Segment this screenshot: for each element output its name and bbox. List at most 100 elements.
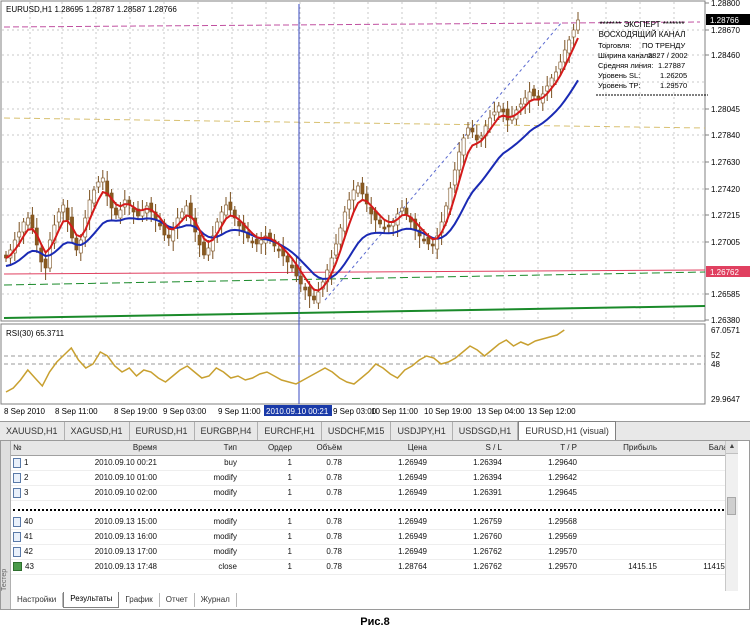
table-cell: 1 — [287, 458, 292, 467]
table-cell: close — [218, 562, 237, 571]
table-cell: 2010.09.10 00:21 — [94, 458, 157, 467]
table-cell: 1.26759 — [473, 517, 502, 526]
tab-eurchf[interactable]: EURCHF,H1 — [258, 422, 322, 440]
tab-graph[interactable]: График — [119, 593, 160, 607]
table-cell: 1.29640 — [548, 458, 577, 467]
col-time[interactable]: Время — [41, 441, 161, 455]
candle-body — [496, 105, 501, 113]
col-sl[interactable]: S / L — [431, 441, 506, 455]
table-row[interactable]: 43 2010.09.13 17:48 close 1 0.78 1.28764 1.267… — [11, 560, 738, 575]
table-cell: 1.26762 — [473, 562, 502, 571]
table-cell: modify — [213, 517, 237, 526]
scroll-up-icon[interactable]: ▲ — [726, 441, 738, 454]
tab-usdsgd[interactable]: USDSGD,H1 — [453, 422, 519, 440]
price-tick-label: 1.27840 — [711, 131, 740, 140]
tester-tabs: Настройки Результаты График Отчет Журнал — [11, 592, 237, 608]
table-row[interactable]: 41 2010.09.13 16:00 modify 1 0.78 1.26949 1.26… — [11, 530, 738, 545]
panel-row-value: 1.29570 — [660, 81, 687, 90]
tab-eurusd-visual[interactable]: EURUSD,H1 (visual) — [518, 421, 616, 440]
table-cell: 1 — [287, 547, 292, 556]
candle-body — [224, 204, 228, 216]
table-cell: 1.29642 — [548, 473, 577, 482]
candle-body — [545, 85, 550, 92]
table-cell — [581, 471, 661, 485]
chart-window[interactable]: EURUSD,H1 1.28695 1.28787 1.28587 1.2876… — [0, 0, 750, 420]
tab-usdchf[interactable]: USDCHF,M15 — [322, 422, 392, 440]
table-cell: 0.78 — [326, 488, 342, 497]
symbol-tabs: XAUUSD,H1 XAGUSD,H1 EURUSD,H1 EURGBP,H4 … — [0, 421, 750, 441]
table-cell: 0.78 — [326, 473, 342, 482]
table-row[interactable]: 40 2010.09.13 15:00 modify 1 0.78 1.26949 1.26… — [11, 515, 738, 530]
table-cell: 1.26949 — [398, 547, 427, 556]
candle-body — [527, 91, 532, 102]
current-price-label: 1.28766 — [710, 16, 739, 25]
table-cell: 1.26949 — [398, 488, 427, 497]
table-cell: modify — [213, 488, 237, 497]
table-cell: 0.78 — [326, 532, 342, 541]
candle-body — [461, 137, 466, 156]
tester-panel: Тестер № Время Тип Ордер Объём Цена S / … — [0, 440, 750, 610]
results-scrollbar[interactable]: ▲ — [725, 441, 738, 591]
table-cell: 1.29568 — [548, 517, 577, 526]
tab-journal[interactable]: Журнал — [195, 593, 237, 607]
row-number: 40 — [24, 517, 33, 526]
col-profit[interactable]: Прибыль — [581, 441, 661, 455]
tab-eurgbp[interactable]: EURGBP,H4 — [195, 422, 259, 440]
table-row[interactable]: 1 2010.09.10 00:21 buy 1 0.78 1.26949 1.26394 1… — [11, 456, 738, 471]
figure-caption: Рис.8 — [360, 616, 390, 628]
panel-row-value: 2827 / 2002 — [648, 51, 688, 60]
time-tick-label: 8 Sep 11:00 — [55, 407, 98, 416]
candle-body — [470, 127, 475, 133]
col-price[interactable]: Цена — [346, 441, 431, 455]
tester-side-bar: Тестер — [1, 441, 11, 609]
candle-body — [532, 88, 536, 97]
row-number: 42 — [24, 547, 33, 556]
candle-body — [351, 189, 356, 201]
table-row[interactable]: 2 2010.09.10 01:00 modify 1 0.78 1.26949 1.263… — [11, 471, 738, 486]
order-document-icon — [13, 546, 21, 557]
col-number[interactable]: № — [11, 441, 41, 455]
candle-body — [290, 264, 294, 269]
table-row[interactable]: 3 2010.09.10 02:00 modify 1 0.78 1.26949 1.263… — [11, 486, 738, 501]
table-cell — [581, 515, 661, 529]
table-row[interactable]: 42 2010.09.13 17:00 modify 1 0.78 1.26949 1.26… — [11, 545, 738, 560]
candle-body — [184, 205, 189, 216]
candle-body — [457, 151, 462, 171]
rsi-tick-label: 48 — [711, 360, 720, 369]
col-tp[interactable]: T / P — [506, 441, 581, 455]
tab-xauusd[interactable]: XAUUSD,H1 — [0, 422, 65, 440]
table-cell: 1.26760 — [473, 532, 502, 541]
candle-body — [430, 243, 435, 247]
tab-report[interactable]: Отчет — [160, 593, 195, 607]
tab-xagusd[interactable]: XAGUSD,H1 — [65, 422, 130, 440]
price-chart[interactable]: EURUSD,H1 1.28695 1.28787 1.28587 1.2876… — [0, 0, 750, 420]
candle-body — [100, 177, 105, 183]
time-axis: 8 Sep 2010 8 Sep 11:00 8 Sep 19:00 9 Sep 03… — [4, 405, 576, 416]
candle-body — [166, 234, 171, 239]
candle-body — [250, 240, 255, 244]
col-type[interactable]: Тип — [161, 441, 241, 455]
candle-body — [180, 211, 184, 219]
tab-eurusd[interactable]: EURUSD,H1 — [130, 422, 195, 440]
tab-settings[interactable]: Настройки — [11, 593, 64, 607]
candle-body — [466, 127, 470, 136]
candle-body — [21, 221, 26, 233]
candle-body — [26, 217, 30, 226]
candle-body — [171, 229, 176, 242]
cell-number: 1 — [11, 456, 41, 470]
candle-body — [254, 238, 259, 245]
candle-body — [206, 247, 211, 256]
col-volume[interactable]: Объём — [296, 441, 346, 455]
scroll-thumb[interactable] — [727, 497, 736, 515]
table-cell: 1.26394 — [473, 458, 502, 467]
tab-results[interactable]: Результаты — [63, 592, 120, 608]
table-cell: 1 — [287, 473, 292, 482]
candle-body — [571, 29, 576, 38]
order-document-icon — [13, 531, 21, 542]
time-tick-label: 10 Sep 11:00 — [371, 407, 419, 416]
candle-body — [426, 236, 431, 245]
candle-body — [342, 211, 347, 232]
tab-usdjpy[interactable]: USDJPY,H1 — [391, 422, 453, 440]
results-table: № Время Тип Ордер Объём Цена S / L T / P… — [11, 441, 738, 591]
col-order[interactable]: Ордер — [241, 441, 296, 455]
